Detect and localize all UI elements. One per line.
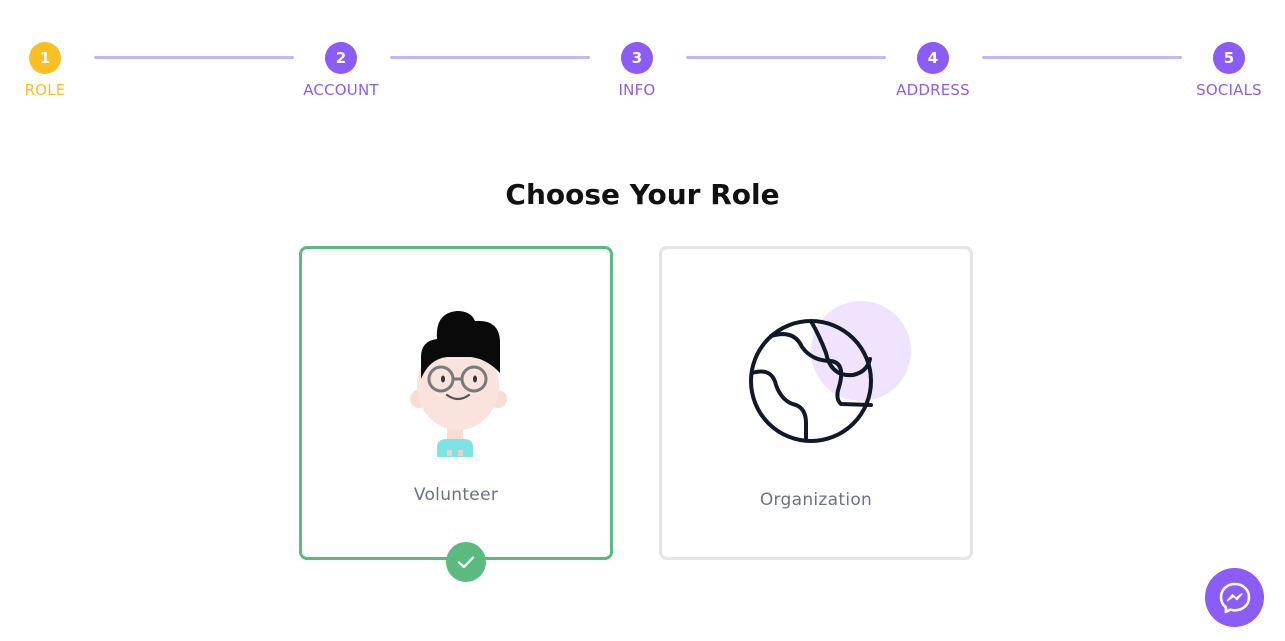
step-label: ACCOUNT	[303, 81, 379, 99]
step-connector	[390, 56, 590, 59]
step-connector	[686, 56, 886, 59]
step-label: SOCIALS	[1196, 81, 1262, 99]
messenger-icon	[1219, 582, 1250, 613]
step-label: INFO	[618, 81, 656, 99]
volunteer-avatar-icon	[410, 311, 507, 457]
role-card-volunteer[interactable]: Volunteer	[299, 246, 613, 560]
role-label-organization: Organization	[759, 490, 873, 510]
step-info[interactable]: 3 INFO	[577, 42, 697, 99]
step-number: 1	[29, 42, 61, 74]
role-label-volunteer: Volunteer	[413, 485, 499, 505]
step-label: ADDRESS	[896, 81, 970, 99]
globe-icon	[749, 301, 911, 443]
step-role[interactable]: 1 ROLE	[0, 42, 105, 99]
messenger-chat-button[interactable]	[1205, 568, 1264, 627]
step-account[interactable]: 2 ACCOUNT	[281, 42, 401, 99]
step-number: 2	[325, 42, 357, 74]
step-connector	[94, 56, 294, 59]
step-address[interactable]: 4 ADDRESS	[873, 42, 993, 99]
signup-stepper: 1 ROLE 2 ACCOUNT 3 INFO 4 ADDRESS 5 SOCI…	[0, 0, 1285, 110]
role-card-organization[interactable]: Organization	[659, 246, 973, 560]
check-icon	[457, 556, 475, 569]
page-title: Choose Your Role	[505, 178, 780, 211]
step-connector	[982, 56, 1182, 59]
step-number: 3	[621, 42, 653, 74]
step-socials[interactable]: 5 SOCIALS	[1169, 42, 1285, 99]
step-label: ROLE	[24, 81, 66, 99]
step-number: 5	[1213, 42, 1245, 74]
selected-check-badge	[446, 542, 486, 582]
step-number: 4	[917, 42, 949, 74]
